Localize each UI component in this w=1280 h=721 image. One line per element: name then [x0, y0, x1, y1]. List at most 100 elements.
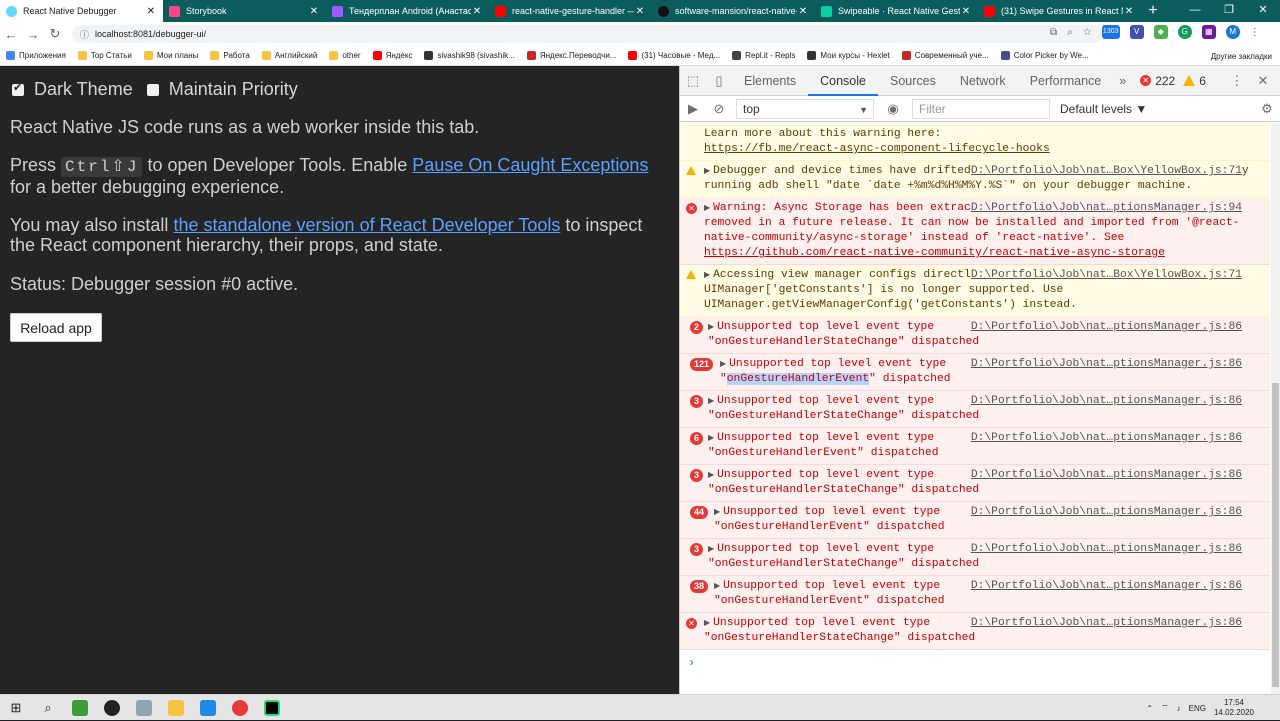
source-link[interactable]: D:\Portfolio\Job\nat…Box\YellowBox.js:71	[970, 268, 1242, 283]
close-icon[interactable]: ✕	[1123, 6, 1135, 17]
tab-gesture-handler[interactable]: react-native-gesture-handler — ✕	[489, 0, 652, 22]
context-select[interactable]: top	[736, 98, 874, 119]
pause-exceptions-link[interactable]: Pause On Caught Exceptions	[412, 155, 648, 175]
message-link[interactable]: https://github.com/react-native-communit…	[704, 247, 1165, 259]
sidebar-toggle-icon[interactable]: ▶	[680, 101, 706, 117]
star-icon[interactable]: ☆	[1083, 27, 1092, 38]
tab-performance[interactable]: Performance	[1018, 66, 1114, 96]
close-devtools-icon[interactable]: ✕	[1250, 73, 1276, 89]
tab-youtube[interactable]: (31) Swipe Gestures in React Nati ✕	[978, 0, 1141, 22]
more-tabs-icon[interactable]: »	[1113, 66, 1132, 96]
tab-sources[interactable]: Sources	[878, 66, 948, 96]
bookmark-item[interactable]: other	[329, 51, 361, 60]
close-icon[interactable]: ✕	[634, 6, 646, 17]
source-link[interactable]: D:\Portfolio\Job\nat…ptionsManager.js:86	[970, 542, 1242, 557]
volume-icon[interactable]: ♪	[1177, 704, 1181, 713]
source-link[interactable]: D:\Portfolio\Job\nat…ptionsManager.js:86	[970, 320, 1242, 335]
expand-icon[interactable]: ▶	[704, 204, 710, 213]
source-link[interactable]: D:\Portfolio\Job\nat…ptionsManager.js:86	[970, 579, 1242, 594]
menu-icon[interactable]: ⋮	[1250, 27, 1260, 38]
other-bookmarks[interactable]: Другие закладки	[1211, 46, 1272, 66]
clear-console-icon[interactable]: ⊘	[706, 101, 732, 117]
tab-react-native-debugger[interactable]: React Native Debugger ✕	[0, 0, 163, 22]
tab-swipeable[interactable]: Swipeable · React Native Gesture ✕	[815, 0, 978, 22]
tab-console[interactable]: Console	[808, 66, 878, 96]
dark-theme-checkbox[interactable]	[12, 81, 24, 96]
forward-icon[interactable]: →	[22, 27, 44, 42]
source-link[interactable]: D:\Portfolio\Job\nat…ptionsManager.js:86	[970, 616, 1242, 631]
log-levels-dropdown[interactable]: Default levels ▼	[1060, 102, 1147, 116]
tab-network[interactable]: Network	[948, 66, 1018, 96]
maintain-priority-checkbox[interactable]	[146, 83, 159, 96]
console-scrollbar[interactable]	[1271, 123, 1280, 694]
reload-app-button[interactable]: Reload app	[10, 313, 102, 342]
close-icon[interactable]: ✕	[308, 6, 320, 17]
expand-icon[interactable]: ▶	[714, 582, 720, 591]
search-icon[interactable]: ⌕	[32, 695, 64, 721]
file-explorer-icon[interactable]	[168, 699, 184, 716]
react-devtools-link[interactable]: the standalone version of React Develope…	[173, 215, 560, 235]
extension-shield-icon[interactable]: ◆	[1153, 25, 1168, 39]
console-prompt[interactable]: ›	[680, 650, 1270, 677]
bookmark-item[interactable]: (31) Часовые - Мед...	[628, 51, 720, 60]
close-icon[interactable]: ✕	[145, 6, 157, 17]
error-warning-counter[interactable]: ✕ 222 6	[1140, 74, 1206, 88]
language-indicator[interactable]: ENG	[1189, 704, 1206, 713]
tab-github[interactable]: software-mansion/react-native- ✕	[652, 0, 815, 22]
bookmark-item[interactable]: Top Статьи	[77, 51, 132, 60]
expand-icon[interactable]: ▶	[708, 434, 714, 443]
bookmark-item[interactable]: sivashik98 (sivashik...	[424, 51, 515, 60]
extension-grid-icon[interactable]: ▦	[1201, 25, 1216, 39]
expand-icon[interactable]: ▶	[704, 271, 710, 280]
extension-v-icon[interactable]: V	[1129, 25, 1144, 39]
extension-badge[interactable]: 1303	[1101, 25, 1120, 39]
source-link[interactable]: D:\Portfolio\Job\nat…ptionsManager.js:86	[970, 394, 1242, 409]
source-link[interactable]: D:\Portfolio\Job\nat…ptionsManager.js:86	[970, 505, 1242, 520]
expand-icon[interactable]: ▶	[704, 619, 710, 628]
source-link[interactable]: D:\Portfolio\Job\nat…ptionsManager.js:94	[970, 201, 1242, 216]
bookmark-item[interactable]: Работа	[210, 51, 250, 60]
source-link[interactable]: D:\Portfolio\Job\nat…Box\YellowBox.js:71	[970, 164, 1242, 179]
filter-input[interactable]: Filter	[912, 98, 1050, 119]
webstorm-icon[interactable]	[264, 699, 280, 716]
vscode-icon[interactable]	[200, 699, 216, 716]
bookmark-item[interactable]: Color Picker by We...	[1000, 51, 1089, 60]
bookmark-item[interactable]: Приложения	[6, 51, 66, 60]
settings-gear-icon[interactable]: ⚙	[1254, 101, 1280, 117]
source-link[interactable]: D:\Portfolio\Job\nat…ptionsManager.js:86	[970, 357, 1242, 372]
selected-text[interactable]: onGestureHandlerEvent	[726, 373, 870, 385]
minimize-icon[interactable]: —	[1178, 0, 1212, 22]
reload-icon[interactable]: ↻	[44, 26, 66, 42]
close-icon[interactable]: ✕	[797, 6, 809, 17]
info-icon[interactable]: ⓘ	[80, 28, 89, 41]
chrome-icon[interactable]	[232, 699, 248, 716]
back-icon[interactable]: ←	[0, 27, 22, 42]
inspect-icon[interactable]: ⬚	[680, 73, 706, 89]
nodejs-icon[interactable]	[72, 699, 88, 716]
bookmark-item[interactable]: Современный уче...	[901, 51, 989, 60]
tab-storybook[interactable]: Storybook ✕	[163, 0, 326, 22]
bookmark-item[interactable]: Яндекс	[372, 51, 412, 60]
bookmark-item[interactable]: Мои курсы - Hexlet	[807, 51, 890, 60]
close-window-icon[interactable]: ✕	[1246, 0, 1280, 22]
message-link[interactable]: https://fb.me/react-async-component-life…	[704, 142, 1262, 157]
windows-start-icon[interactable]: ⊞	[0, 695, 32, 721]
network-icon[interactable]: ⌔	[1161, 703, 1169, 713]
expand-icon[interactable]: ▶	[708, 323, 714, 332]
maximize-icon[interactable]: ❐	[1212, 0, 1246, 22]
bookmark-item[interactable]: Яндекс.Переводчи...	[526, 51, 616, 60]
scrollbar-thumb[interactable]	[1272, 383, 1279, 687]
address-bar[interactable]: ⓘ localhost:8081/debugger-ui/	[72, 25, 1102, 43]
profile-avatar[interactable]: M	[1225, 25, 1240, 39]
expand-icon[interactable]: ▶	[708, 545, 714, 554]
tab-elements[interactable]: Elements	[732, 66, 808, 96]
expand-icon[interactable]: ▶	[708, 471, 714, 480]
expand-icon[interactable]: ▶	[714, 508, 720, 517]
source-link[interactable]: D:\Portfolio\Job\nat…ptionsManager.js:86	[970, 431, 1242, 446]
tab-tenderplan[interactable]: Тендерплан Android (Анастаси ✕	[326, 0, 489, 22]
more-options-icon[interactable]: ⋮	[1224, 73, 1250, 89]
bookmark-item[interactable]: Repl.it - Repls	[732, 51, 795, 60]
close-icon[interactable]: ✕	[960, 6, 972, 17]
device-toolbar-icon[interactable]: ▯	[706, 73, 732, 89]
zoom-icon[interactable]: ⌕	[1067, 27, 1073, 38]
